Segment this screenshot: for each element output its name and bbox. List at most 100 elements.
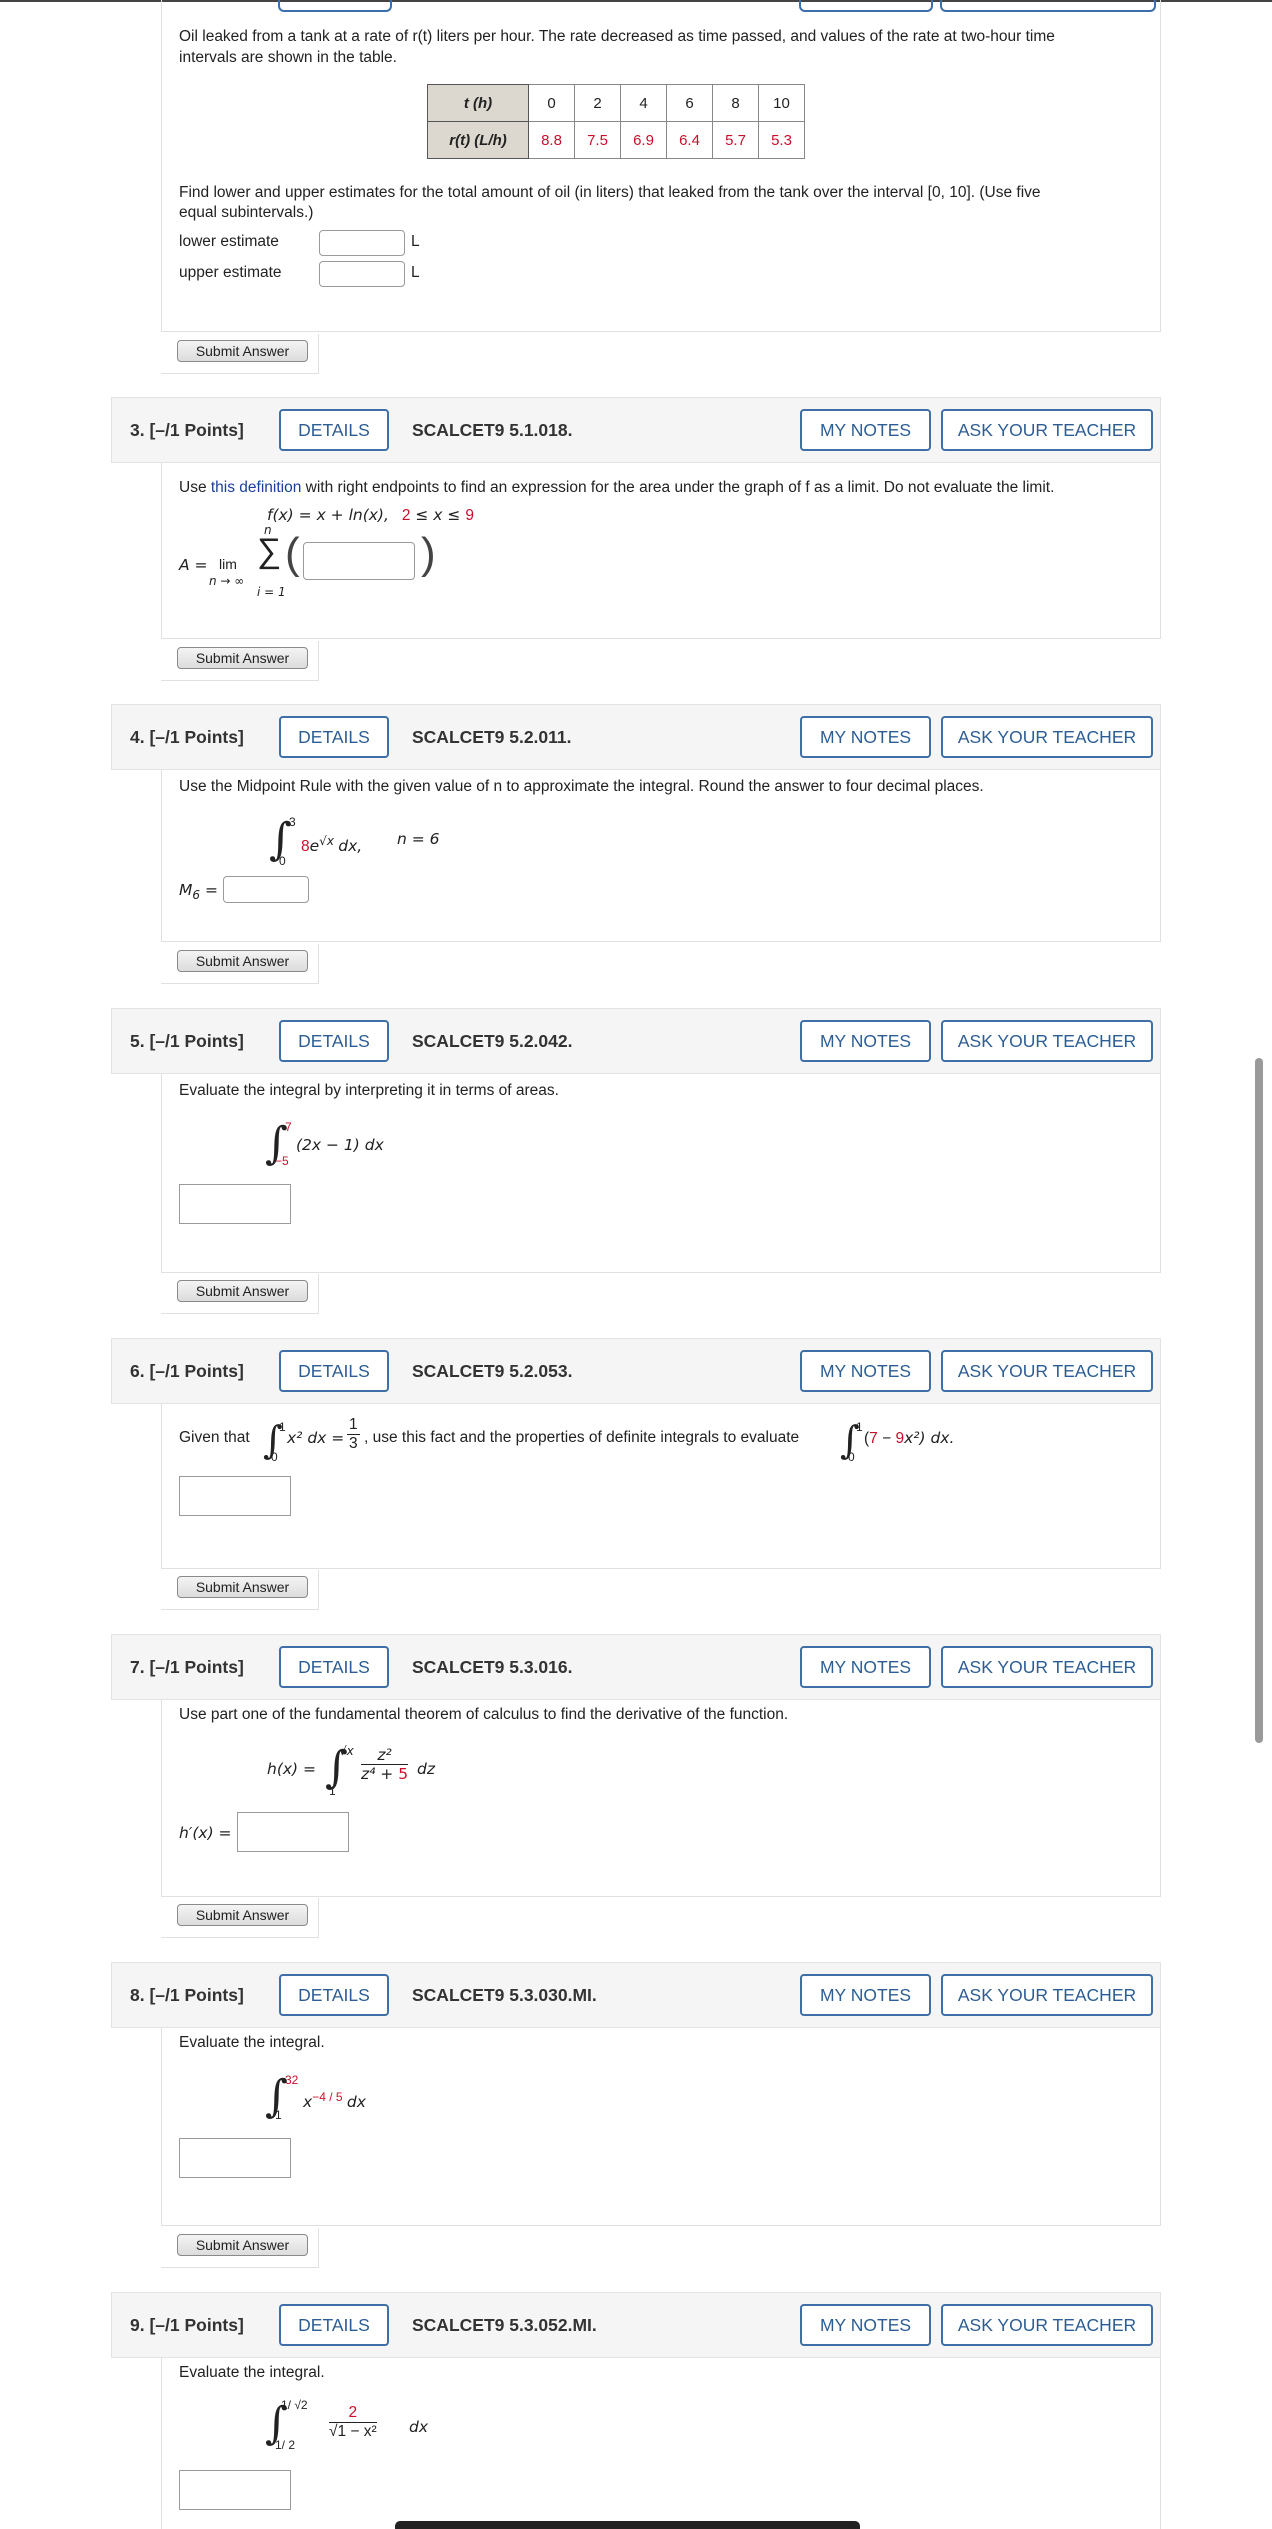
- points-label: [–/1 Points]: [149, 1985, 244, 2005]
- ask-your-teacher-button[interactable]: ASK YOUR TEACHER: [941, 2304, 1153, 2346]
- submit-answer-button[interactable]: Submit Answer: [177, 647, 308, 669]
- question-number: 7.: [130, 1657, 145, 1677]
- my-notes-button[interactable]: MY NOTES: [800, 716, 931, 758]
- denominator-base: z⁴ +: [361, 1765, 399, 1783]
- my-notes-button[interactable]: MY NOTES: [800, 1350, 931, 1392]
- table-cell: 6.9: [620, 121, 667, 159]
- question-code: SCALCET9 5.3.030.MI.: [412, 1985, 597, 2005]
- denominator-constant: 5: [398, 1765, 409, 1783]
- details-button[interactable]: DETAILS: [279, 1350, 389, 1392]
- my-notes-button[interactable]: MY NOTES: [800, 409, 931, 451]
- lower-limit: 1: [329, 1784, 336, 1798]
- q3-text-post: with right endpoints to find an expressi…: [301, 479, 1055, 496]
- denominator: 3: [349, 1435, 358, 1452]
- upper-estimate-label: upper estimate: [179, 264, 282, 281]
- ask-your-teacher-button[interactable]: ASK YOUR TEACHER: [941, 1020, 1153, 1062]
- variable: x: [303, 2093, 313, 2112]
- q2-find-line2: equal subintervals.): [179, 204, 314, 221]
- question-7-header: 7. [–/1 Points] DETAILS SCALCET9 5.3.016…: [111, 1634, 1161, 1700]
- points-label: [–/1 Points]: [149, 1031, 244, 1051]
- integrand: x−4 / 5 dx: [303, 2090, 366, 2112]
- q9-instructions: Evaluate the integral.: [179, 2364, 325, 2381]
- m6-answer-input[interactable]: [223, 876, 309, 903]
- definition-link[interactable]: this definition: [211, 479, 301, 496]
- integrand-fraction: z² z⁴ + 5: [361, 1746, 409, 1783]
- unit-label: L: [411, 233, 420, 250]
- question-7-body: Use part one of the fundamental theorem …: [161, 1700, 1161, 1897]
- submit-answer-button[interactable]: Submit Answer: [177, 1576, 308, 1598]
- question-number: 9.: [130, 2315, 145, 2335]
- table-cell: 8.8: [528, 121, 575, 159]
- upper-estimate-input[interactable]: [319, 261, 405, 287]
- q6-submit-area: Submit Answer: [161, 1570, 319, 1610]
- submit-answer-button[interactable]: Submit Answer: [177, 1280, 308, 1302]
- ask-your-teacher-button[interactable]: ASK YOUR TEACHER: [941, 716, 1153, 758]
- my-notes-button[interactable]: MY NOTES: [800, 1974, 931, 2016]
- n-value: n = 6: [397, 830, 440, 848]
- differential: dx,: [338, 837, 363, 856]
- table-cell: 6.4: [666, 121, 713, 159]
- details-button[interactable]: DETAILS: [279, 409, 389, 451]
- points-label: [–/1 Points]: [149, 2315, 244, 2335]
- close-paren-dx: ) dx.: [919, 1429, 955, 1447]
- question-code: SCALCET9 5.1.018.: [412, 420, 573, 440]
- vertical-scrollbar[interactable]: [1255, 1058, 1263, 1743]
- submit-answer-button[interactable]: Submit Answer: [177, 2234, 308, 2256]
- differential: dx: [346, 2093, 366, 2112]
- h-prime-answer-input[interactable]: [237, 1812, 349, 1852]
- right-paren-icon: ): [421, 529, 436, 578]
- q8-answer-input[interactable]: [179, 2138, 291, 2178]
- ask-your-teacher-button[interactable]: ASK YOUR TEACHER: [941, 409, 1153, 451]
- m-letter: M: [179, 881, 193, 899]
- q9-answer-input[interactable]: [179, 2470, 291, 2510]
- q5-instructions: Evaluate the integral by interpreting it…: [179, 1082, 559, 1099]
- q7-instructions: Use part one of the fundamental theorem …: [179, 1706, 789, 1723]
- equals-sign: =: [204, 881, 218, 899]
- submit-answer-button[interactable]: Submit Answer: [177, 950, 308, 972]
- lower-estimate-input[interactable]: [319, 230, 405, 256]
- integrand: 8e√x dx,: [301, 834, 362, 856]
- limit-text: lim: [219, 556, 237, 572]
- details-button[interactable]: DETAILS: [279, 716, 389, 758]
- details-button[interactable]: DETAILS: [279, 1974, 389, 2016]
- q3-text-pre: Use: [179, 479, 211, 496]
- q4-submit-area: Submit Answer: [161, 944, 319, 984]
- ask-your-teacher-button[interactable]: ASK YOUR TEACHER: [941, 1974, 1153, 2016]
- my-notes-button[interactable]: MY NOTES: [800, 2304, 931, 2346]
- x2dx: x² dx =: [287, 1429, 345, 1447]
- table-cell: 2: [574, 84, 621, 122]
- q3-instructions: Use this definition with right endpoints…: [179, 479, 1054, 497]
- details-button[interactable]: DETAILS: [279, 1020, 389, 1062]
- base: e: [309, 837, 320, 856]
- differential: dz: [417, 1760, 435, 1778]
- points-label: [–/1 Points]: [149, 1361, 244, 1381]
- fraction-one-third: 13: [347, 1416, 360, 1453]
- sum-expression-input[interactable]: [303, 542, 415, 580]
- submit-answer-button[interactable]: Submit Answer: [177, 1904, 308, 1926]
- question-9-header: 9. [–/1 Points] DETAILS SCALCET9 5.3.052…: [111, 2292, 1161, 2358]
- submit-answer-button[interactable]: Submit Answer: [177, 340, 308, 362]
- details-button[interactable]: DETAILS: [279, 2304, 389, 2346]
- question-8-header: 8. [–/1 Points] DETAILS SCALCET9 5.3.030…: [111, 1962, 1161, 2028]
- numerator: 1: [347, 1416, 360, 1435]
- question-code: SCALCET9 5.2.011.: [412, 727, 572, 747]
- details-button[interactable]: DETAILS: [279, 1646, 389, 1688]
- question-number: 3.: [130, 420, 145, 440]
- h-prime-label: h′(x) =: [179, 1824, 232, 1842]
- question-4-body: Use the Midpoint Rule with the given val…: [161, 770, 1161, 942]
- q6-answer-input[interactable]: [179, 1476, 291, 1516]
- rate-table: t (h) 0 2 4 6 8 10 r(t) (L/h) 8.8 7.5 6.…: [427, 84, 805, 159]
- q5-answer-input[interactable]: [179, 1184, 291, 1224]
- lower-estimate-label: lower estimate: [179, 233, 279, 250]
- my-notes-button[interactable]: MY NOTES: [800, 1020, 931, 1062]
- points-label: [–/1 Points]: [149, 1657, 244, 1677]
- ask-your-teacher-button[interactable]: ASK YOUR TEACHER: [941, 1646, 1153, 1688]
- ask-your-teacher-button[interactable]: ASK YOUR TEACHER: [941, 1350, 1153, 1392]
- my-notes-button[interactable]: MY NOTES: [800, 1646, 931, 1688]
- question-number: 8.: [130, 1985, 145, 2005]
- m-subscript: 6: [192, 888, 201, 903]
- coefficient: 9: [895, 1430, 905, 1447]
- lower-limit: 0: [279, 854, 286, 868]
- sigma-icon: ∑: [257, 532, 282, 570]
- q8-instructions: Evaluate the integral.: [179, 2034, 325, 2051]
